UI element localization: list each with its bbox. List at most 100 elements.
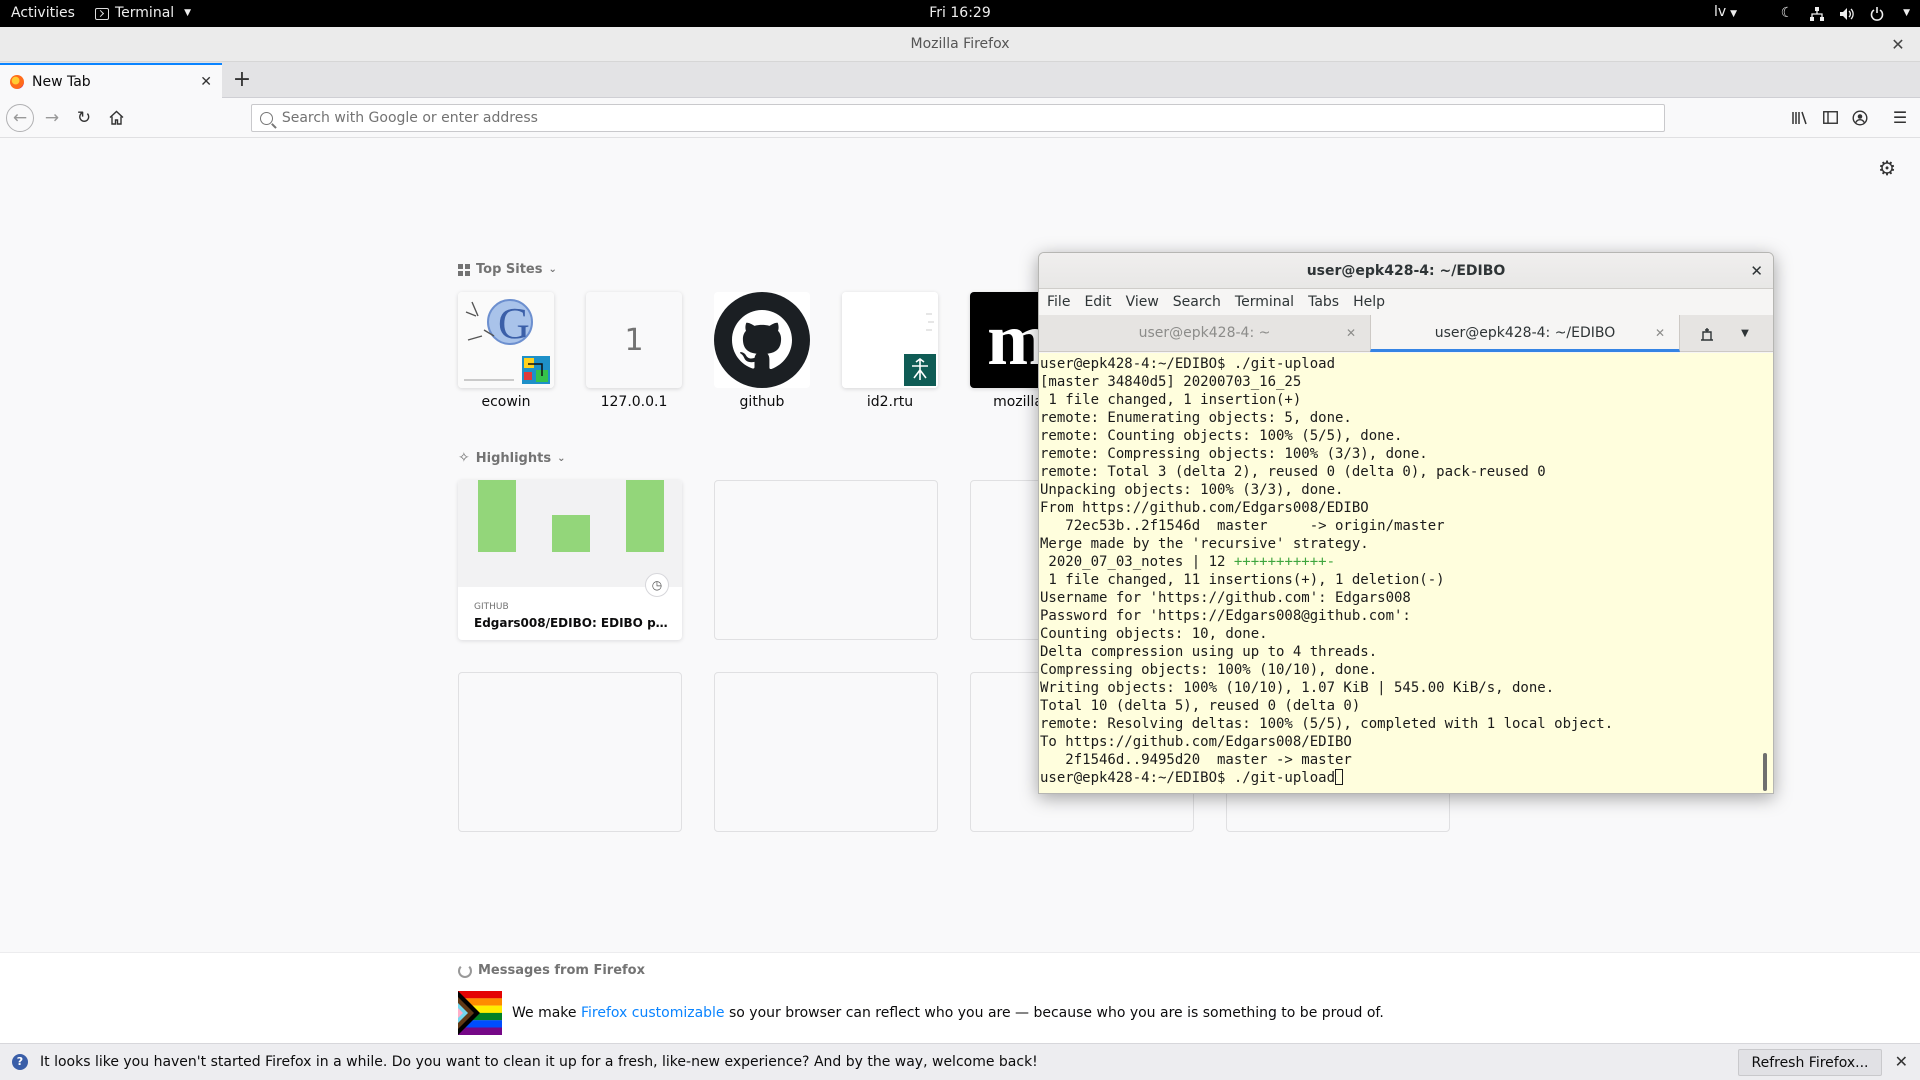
tab-close-icon[interactable]: ✕ xyxy=(1346,315,1356,351)
menu-search[interactable]: Search xyxy=(1173,289,1221,315)
search-input[interactable] xyxy=(281,110,1664,126)
terminal-scrollbar[interactable] xyxy=(1763,753,1767,791)
close-icon[interactable]: ✕ xyxy=(1895,1052,1908,1071)
github-icon xyxy=(714,292,810,388)
grid-icon xyxy=(458,263,470,276)
terminal-line: Password for 'https://Edgars008@github.c… xyxy=(1040,608,1411,624)
system-menu-caret-icon[interactable]: ▼ xyxy=(1903,0,1910,27)
terminal-line: 2020_07_03_notes | 12 +++++++++++- xyxy=(1040,554,1336,570)
reload-button[interactable]: ↻ xyxy=(70,104,98,132)
terminal-tab-edibo[interactable]: user@epk428-4: ~/EDIBO ✕ xyxy=(1370,315,1680,352)
terminal-titlebar[interactable]: user@epk428-4: ~/EDIBO ✕ xyxy=(1039,253,1773,289)
library-button[interactable] xyxy=(1786,104,1814,132)
top-site-tile[interactable]: G xyxy=(458,292,554,388)
clock[interactable]: Fri 16:29 xyxy=(929,5,990,21)
highlight-card[interactable]: ◷ GITHUB Edgars008/EDIBO: EDIBO proje... xyxy=(458,480,682,640)
tab-new-tab[interactable]: New Tab ✕ xyxy=(0,63,222,98)
new-terminal-tab-icon[interactable] xyxy=(1693,322,1721,346)
terminal-line: remote: Counting objects: 100% (5/5), do… xyxy=(1040,428,1403,444)
menu-tabs[interactable]: Tabs xyxy=(1308,289,1339,315)
chevron-down-icon: ⌄ xyxy=(557,452,566,464)
highlight-thumbnail xyxy=(458,480,682,587)
terminal-line: Delta compression using up to 4 threads. xyxy=(1040,644,1378,660)
tab-label: New Tab xyxy=(32,73,91,90)
notification-text: It looks like you haven't started Firefo… xyxy=(40,1054,1038,1070)
terminal-line: Compressing objects: 100% (10/10), done. xyxy=(1040,662,1378,678)
top-site-tile[interactable]: 1 xyxy=(586,292,682,388)
firefox-icon xyxy=(10,74,24,89)
night-light-icon[interactable]: ☾ xyxy=(1779,5,1795,22)
tabs-dropdown-icon[interactable]: ▼ xyxy=(1731,322,1759,346)
terminal-line: Merge made by the 'recursive' strategy. xyxy=(1040,536,1369,552)
new-tab-button[interactable]: + xyxy=(228,66,256,94)
terminal-line: [master 34840d5] 20200703_16_25 xyxy=(1040,374,1302,390)
address-bar[interactable] xyxy=(251,104,1665,132)
window-close-button[interactable]: ✕ xyxy=(1888,27,1908,62)
activities-button[interactable]: Activities xyxy=(11,0,75,27)
firefox-titlebar: Mozilla Firefox ✕ xyxy=(0,27,1920,62)
gnome-top-bar: Activities Terminal ▼ Fri 16:29 lv ▼ ☾ ▼ xyxy=(0,0,1920,27)
menu-view[interactable]: View xyxy=(1126,289,1159,315)
sparkle-icon: ✧ xyxy=(458,450,470,466)
menu-help[interactable]: Help xyxy=(1353,289,1385,315)
system-tray: lv ▼ ☾ ▼ xyxy=(1714,0,1910,27)
refresh-firefox-button[interactable]: Refresh Firefox... xyxy=(1738,1049,1882,1076)
highlights-heading[interactable]: ✧ Highlights ⌄ xyxy=(458,450,565,466)
sidebar-button[interactable] xyxy=(1816,104,1844,132)
power-icon[interactable] xyxy=(1869,6,1885,22)
terminal-line: user@epk428-4:~/EDIBO$ ./git-upload xyxy=(1040,356,1336,372)
terminal-close-button[interactable]: ✕ xyxy=(1750,253,1763,289)
highlight-placeholder xyxy=(714,480,938,640)
messages-heading: Messages from Firefox xyxy=(458,963,645,978)
menu-edit[interactable]: Edit xyxy=(1084,289,1111,315)
tab-strip: New Tab ✕ + xyxy=(0,62,1920,98)
terminal-line: From https://github.com/Edgars008/EDIBO xyxy=(1040,500,1369,516)
menu-file[interactable]: File xyxy=(1047,289,1070,315)
caret-down-icon: ▼ xyxy=(184,8,192,18)
top-sites-heading[interactable]: Top Sites ⌄ xyxy=(458,262,557,277)
top-site-tile[interactable] xyxy=(714,292,810,388)
top-site-localhost[interactable]: 1 127.0.0.1 xyxy=(586,292,682,410)
volume-icon[interactable] xyxy=(1839,6,1855,22)
top-site-ecowin[interactable]: G ecowin xyxy=(458,292,554,410)
top-site-letter: 1 xyxy=(624,322,644,358)
tab-close-icon[interactable]: ✕ xyxy=(1655,315,1665,351)
highlight-placeholder xyxy=(714,672,938,832)
top-site-label: ecowin xyxy=(481,394,531,410)
network-icon[interactable] xyxy=(1809,6,1825,22)
terminal-title: user@epk428-4: ~/EDIBO xyxy=(1306,263,1506,279)
firefox-logo-icon xyxy=(458,963,472,978)
firefox-customizable-link[interactable]: Firefox customizable xyxy=(581,1005,725,1021)
terminal-line: Total 10 (delta 5), reused 0 (delta 0) xyxy=(1040,698,1361,714)
app-menu-button[interactable]: Terminal ▼ xyxy=(95,0,191,27)
top-site-tile[interactable] xyxy=(842,292,938,388)
top-site-github[interactable]: github xyxy=(714,292,810,410)
keyboard-layout-indicator[interactable]: lv ▼ xyxy=(1714,0,1737,28)
tab-close-icon[interactable]: ✕ xyxy=(200,74,212,90)
top-site-id2-rtu[interactable]: id2.rtu xyxy=(842,292,938,410)
hamburger-menu-icon[interactable]: ☰ xyxy=(1886,104,1914,132)
progress-pride-flag-icon xyxy=(458,991,502,1035)
top-site-label: 127.0.0.1 xyxy=(600,394,668,410)
messages-section: Messages from Firefox We make Firefox cu… xyxy=(0,952,1920,1043)
terminal-line: remote: Compressing objects: 100% (3/3),… xyxy=(1040,446,1428,462)
terminal-line: 1 file changed, 1 insertion(+) xyxy=(1040,392,1302,408)
back-button[interactable]: ← xyxy=(6,104,34,132)
top-site-label: github xyxy=(739,394,785,410)
account-icon[interactable] xyxy=(1846,104,1874,132)
terminal-line: 1 file changed, 11 insertions(+), 1 dele… xyxy=(1040,572,1445,588)
terminal-tab-home[interactable]: user@epk428-4: ~ ✕ xyxy=(1039,315,1370,352)
clock-icon: ◷ xyxy=(645,573,669,597)
home-button[interactable] xyxy=(102,104,130,132)
highlight-title: Edgars008/EDIBO: EDIBO proje... xyxy=(474,616,670,630)
terminal-menubar: File Edit View Search Terminal Tabs Help xyxy=(1039,289,1773,315)
terminal-line: remote: Resolving deltas: 100% (5/5), co… xyxy=(1040,716,1614,732)
terminal-line: remote: Total 3 (delta 2), reused 0 (del… xyxy=(1040,464,1546,480)
forward-button[interactable]: → xyxy=(38,104,66,132)
navigation-toolbar: ← → ↻ ☰ xyxy=(0,98,1920,138)
terminal-output[interactable]: user@epk428-4:~/EDIBO$ ./git-upload [mast… xyxy=(1039,353,1773,793)
terminal-line: Writing objects: 100% (10/10), 1.07 KiB … xyxy=(1040,680,1555,696)
menu-terminal[interactable]: Terminal xyxy=(1235,289,1294,315)
gear-icon[interactable]: ⚙ xyxy=(1878,156,1896,180)
window-title: Mozilla Firefox xyxy=(910,36,1010,52)
